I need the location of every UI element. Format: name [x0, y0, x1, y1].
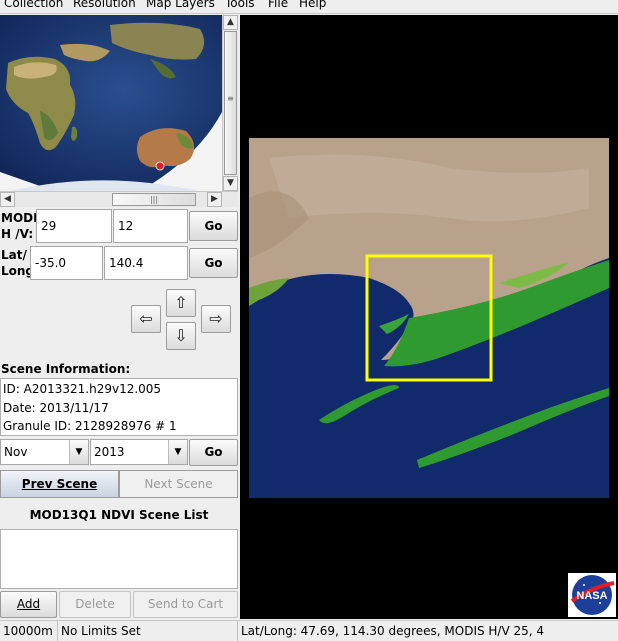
next-scene-button[interactable]: Next Scene	[119, 470, 238, 498]
resolution-status: 10000m	[0, 621, 58, 641]
pan-right-icon[interactable]: ⇨	[201, 305, 231, 333]
scroll-right-icon[interactable]: ▶	[207, 192, 222, 207]
year-select-value: 2013	[94, 445, 125, 459]
scroll-left-icon[interactable]: ◀	[0, 192, 15, 207]
prev-scene-button[interactable]: Prev Scene	[0, 470, 119, 498]
pan-up-icon[interactable]: ⇧	[166, 289, 196, 317]
chevron-down-icon[interactable]: ▼	[69, 440, 88, 464]
scroll-up-icon[interactable]: ▲	[223, 15, 238, 30]
location-marker-icon	[155, 161, 165, 171]
scene-granule-id: Granule ID: 2128928976 # 1	[3, 419, 177, 433]
chevron-down-icon[interactable]: ▼	[168, 440, 187, 464]
modis-h-input[interactable]: 29	[36, 209, 112, 243]
globe-overview-map[interactable]	[0, 15, 222, 191]
latitude-input[interactable]: -35.0	[30, 246, 103, 280]
scene-information-title: Scene Information:	[1, 362, 131, 376]
menu-resolution[interactable]: Resolution	[73, 0, 136, 10]
svg-text:NASA: NASA	[576, 590, 607, 602]
horizontal-scroll-thumb[interactable]: |||	[112, 193, 196, 206]
menu-tools[interactable]: Tools	[225, 0, 255, 10]
modis-v-input[interactable]: 12	[113, 209, 188, 243]
delete-button[interactable]: Delete	[59, 591, 131, 618]
longitude-input[interactable]: 140.4	[104, 246, 188, 280]
nasa-logo: NASA	[568, 573, 616, 617]
grip-icon: ≡	[227, 94, 234, 103]
limits-status: No Limits Set	[58, 621, 238, 641]
globe-vertical-scrollbar[interactable]: ▲ ≡ ▼	[222, 15, 238, 191]
vertical-scroll-thumb[interactable]: ≡	[224, 31, 237, 175]
latlong-go-button[interactable]: Go	[189, 248, 238, 278]
scene-list[interactable]	[0, 529, 238, 589]
add-button[interactable]: Add	[0, 591, 57, 618]
menu-help[interactable]: Help	[299, 0, 326, 10]
status-bar: 10000m No Limits Set Lat/Long: 47.69, 11…	[0, 620, 618, 641]
cursor-position-status: Lat/Long: 47.69, 114.30 degrees, MODIS H…	[241, 624, 545, 638]
menu-bar: Collection Resolution Map Layers Tools F…	[0, 0, 618, 14]
menu-map-layers[interactable]: Map Layers	[146, 0, 215, 10]
menu-file[interactable]: File	[268, 0, 288, 10]
scene-information-box: ID: A2013321.h29v12.005 Date: 2013/11/17…	[0, 378, 238, 436]
scroll-down-icon[interactable]: ▼	[223, 176, 238, 191]
scene-id: ID: A2013321.h29v12.005	[3, 382, 162, 396]
scene-list-title: MOD13Q1 NDVI Scene List	[29, 508, 209, 522]
month-select[interactable]: Nov ▼	[0, 439, 89, 465]
month-select-value: Nov	[4, 445, 28, 459]
pan-down-icon[interactable]: ⇩	[166, 322, 196, 350]
ndvi-scene-image[interactable]	[249, 138, 609, 498]
modis-go-button[interactable]: Go	[189, 211, 238, 241]
nasa-meatball-icon: NASA	[570, 575, 615, 615]
globe-horizontal-scrollbar[interactable]: ◀ ||| ▶	[0, 191, 238, 207]
globe-image	[0, 15, 222, 191]
pan-left-icon[interactable]: ⇦	[131, 305, 161, 333]
date-go-button[interactable]: Go	[189, 439, 238, 466]
menu-collection[interactable]: Collection	[4, 0, 63, 10]
grip-icon: |||	[149, 195, 159, 204]
send-to-cart-button[interactable]: Send to Cart	[133, 591, 238, 618]
scene-imagery	[249, 138, 609, 498]
year-select[interactable]: 2013 ▼	[90, 439, 188, 465]
scene-date: Date: 2013/11/17	[3, 400, 109, 415]
